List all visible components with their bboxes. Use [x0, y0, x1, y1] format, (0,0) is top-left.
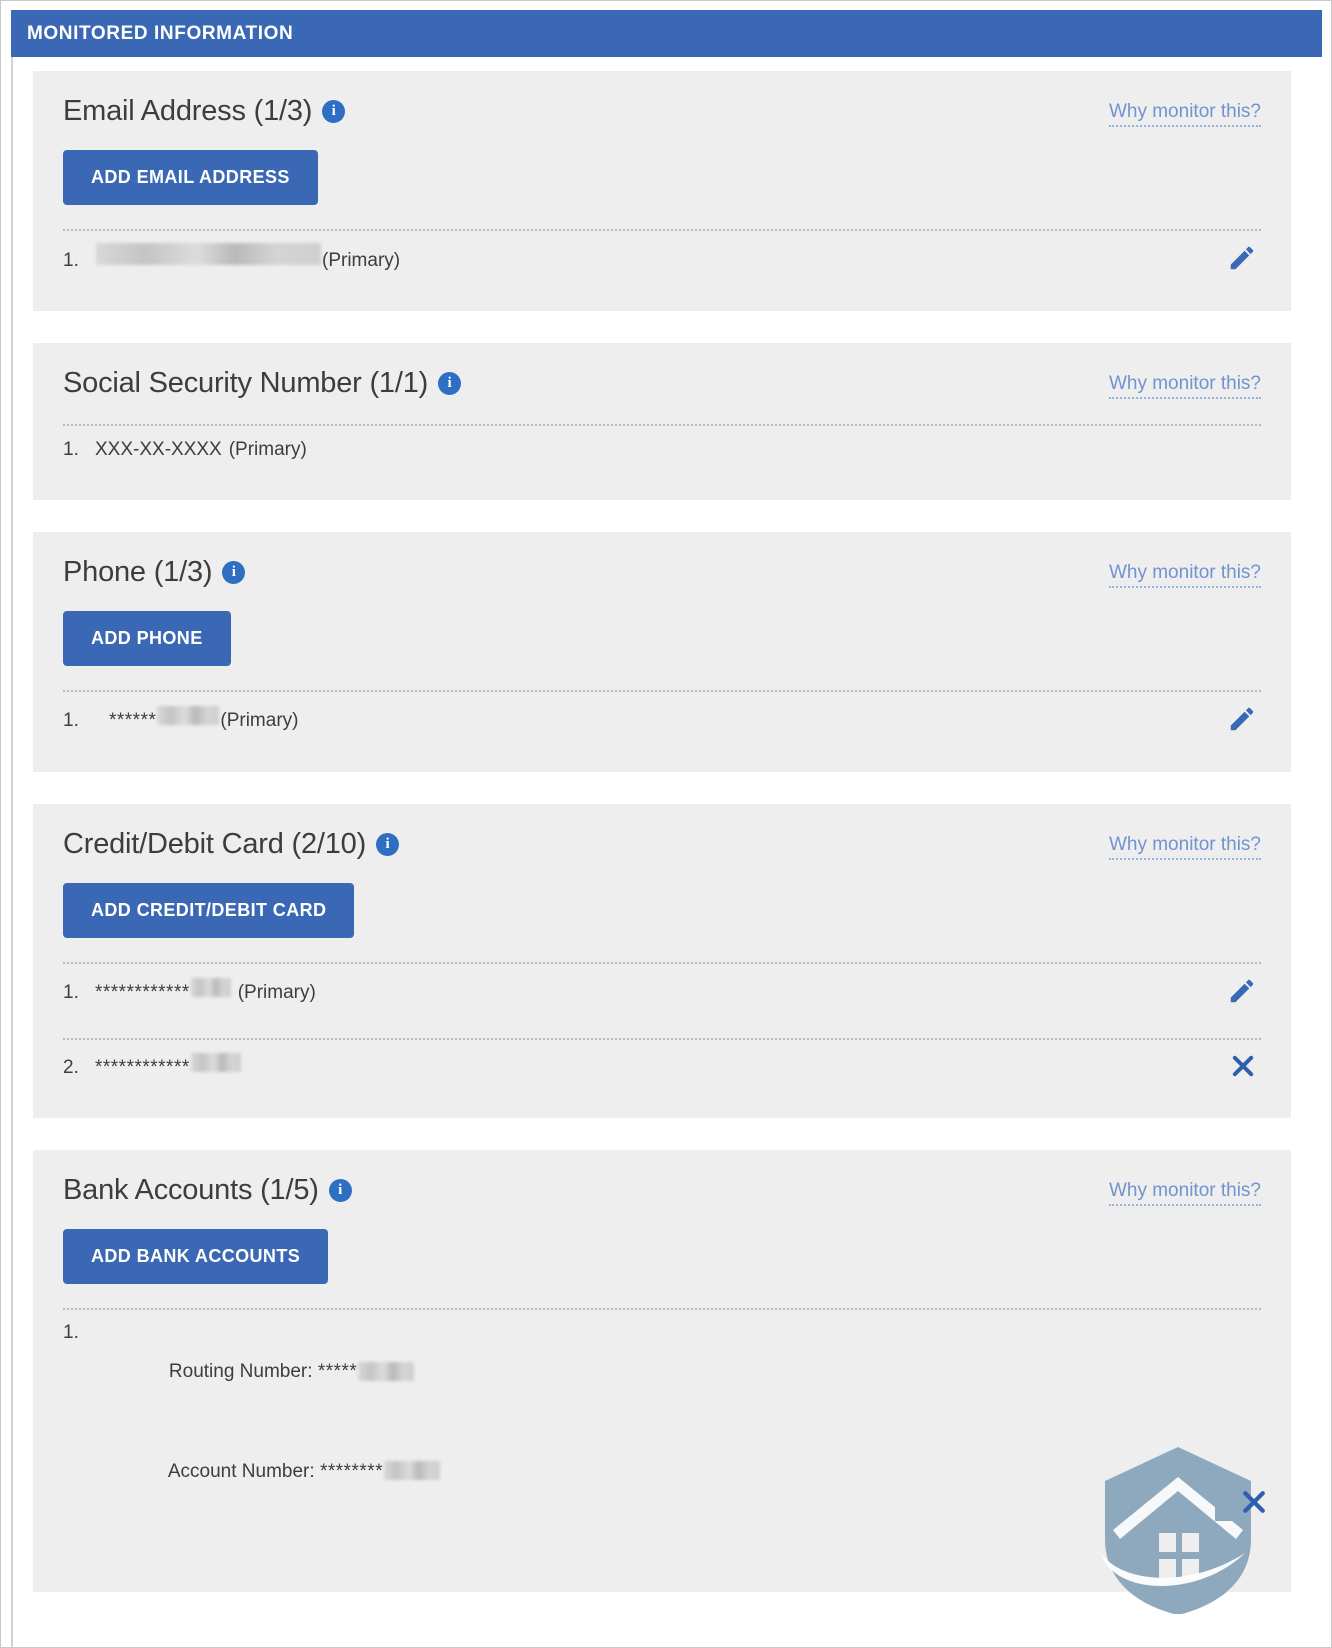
- info-icon[interactable]: i: [322, 100, 346, 123]
- masked-phone-value: ******: [109, 709, 157, 731]
- add-bank-accounts-button[interactable]: ADD BANK ACCOUNTS: [63, 1229, 329, 1284]
- info-icon[interactable]: i: [328, 1179, 352, 1202]
- delete-x-icon[interactable]: [1239, 1487, 1269, 1522]
- entry-number: 1.: [63, 439, 79, 460]
- list-item: 1. Routing Number: ***** Account Number:…: [63, 1310, 1261, 1532]
- add-phone-button[interactable]: ADD PHONE: [63, 611, 231, 666]
- edit-pencil-icon[interactable]: [1227, 243, 1257, 273]
- masked-ssn-value: XXX-XX-XXXX: [95, 439, 222, 460]
- info-icon[interactable]: i: [438, 372, 462, 395]
- section-header: Bank Accounts (1/5) i Why monitor this?: [63, 1174, 1261, 1207]
- entry-text: 1. XXX-XX-XXXX (Primary): [63, 439, 307, 461]
- list-item: 2. ************: [63, 1040, 1261, 1090]
- redacted-account-value: [384, 1461, 441, 1481]
- add-credit-debit-card-button[interactable]: ADD CREDIT/DEBIT CARD: [63, 883, 355, 938]
- section-social-security-number: Social Security Number (1/1) i Why monit…: [33, 343, 1291, 500]
- section-title: Credit/Debit Card (2/10): [63, 828, 367, 860]
- account-number-label: Account Number:: [167, 1461, 315, 1482]
- account-number-line: Account Number: ********: [95, 1461, 441, 1515]
- entry-number: 1.: [63, 709, 79, 731]
- row-actions: [1227, 976, 1261, 1006]
- section-header: Credit/Debit Card (2/10) i Why monitor t…: [63, 828, 1261, 861]
- entry-text: 1. ****** (Primary): [63, 705, 299, 732]
- redacted-phone-value: [157, 705, 220, 725]
- redacted-card-value: [190, 1052, 241, 1072]
- edit-pencil-icon[interactable]: [1227, 976, 1257, 1006]
- list-item: 1. ****** (Primary): [63, 692, 1261, 744]
- info-icon[interactable]: i: [222, 561, 246, 584]
- entry-number: 1.: [63, 250, 79, 271]
- section-title-wrap: Phone (1/3) i: [63, 556, 246, 589]
- list-item: 1. (Primary): [63, 231, 1261, 283]
- entry-number: 1.: [63, 981, 79, 1003]
- routing-number-masked: *****: [317, 1361, 358, 1383]
- panel-header: MONITORED INFORMATION: [11, 10, 1322, 57]
- redacted-routing-value: [358, 1361, 415, 1381]
- row-actions: [1229, 1052, 1261, 1080]
- section-credit-debit-card: Credit/Debit Card (2/10) i Why monitor t…: [33, 804, 1291, 1118]
- account-number-masked: ********: [319, 1461, 384, 1482]
- why-monitor-this-link[interactable]: Why monitor this?: [1108, 834, 1261, 860]
- add-email-address-button[interactable]: ADD EMAIL ADDRESS: [63, 150, 318, 205]
- section-email-address: Email Address (1/3) i Why monitor this? …: [33, 71, 1291, 311]
- section-title: Email Address (1/3): [63, 95, 313, 127]
- sections-container: Email Address (1/3) i Why monitor this? …: [33, 71, 1291, 1615]
- left-divider-rule: [11, 57, 13, 1647]
- entry-suffix: (Primary): [237, 981, 316, 1003]
- edit-pencil-icon[interactable]: [1227, 704, 1257, 734]
- section-title: Bank Accounts (1/5): [63, 1174, 319, 1206]
- entry-suffix: (Primary): [228, 439, 307, 460]
- section-title-wrap: Credit/Debit Card (2/10) i: [63, 828, 400, 861]
- routing-number-line: Routing Number: *****: [95, 1361, 415, 1415]
- section-title-wrap: Bank Accounts (1/5) i: [63, 1174, 352, 1207]
- page-title: MONITORED INFORMATION: [27, 22, 294, 44]
- section-title: Social Security Number (1/1): [63, 367, 429, 399]
- entry-number: 2.: [63, 1056, 79, 1078]
- section-phone: Phone (1/3) i Why monitor this? ADD PHON…: [33, 532, 1291, 772]
- section-title-wrap: Email Address (1/3) i: [63, 95, 346, 128]
- section-title: Phone (1/3): [63, 556, 213, 588]
- section-bank-accounts: Bank Accounts (1/5) i Why monitor this? …: [33, 1150, 1291, 1615]
- entry-text: 1. (Primary): [63, 243, 401, 272]
- monitored-information-page: MONITORED INFORMATION Email Address (1/3…: [0, 0, 1332, 1648]
- why-monitor-this-link[interactable]: Why monitor this?: [1108, 101, 1261, 127]
- masked-card-value: ************: [95, 1056, 190, 1078]
- entry-number: 1.: [63, 1322, 79, 1343]
- row-actions: [1227, 243, 1261, 273]
- section-header: Phone (1/3) i Why monitor this?: [63, 556, 1261, 589]
- section-header: Email Address (1/3) i Why monitor this?: [63, 95, 1261, 128]
- list-item: 1. XXX-XX-XXXX (Primary): [63, 426, 1261, 472]
- why-monitor-this-link[interactable]: Why monitor this?: [1108, 562, 1261, 588]
- section-header: Social Security Number (1/1) i Why monit…: [63, 367, 1261, 400]
- routing-number-label: Routing Number:: [168, 1361, 313, 1383]
- list-item: 1. ************ (Primary): [63, 964, 1261, 1016]
- entry-suffix: (Primary): [220, 709, 299, 731]
- entry-text: 2. ************: [63, 1052, 242, 1079]
- entry-suffix: (Primary): [322, 250, 401, 271]
- redacted-card-value: [190, 977, 231, 997]
- info-icon[interactable]: i: [376, 833, 400, 856]
- entry-text: 1. Routing Number: ***** Account Number:…: [63, 1322, 441, 1522]
- why-monitor-this-link[interactable]: Why monitor this?: [1108, 373, 1261, 399]
- redacted-email-value: [96, 243, 321, 265]
- delete-x-icon[interactable]: [1229, 1052, 1257, 1080]
- why-monitor-this-link[interactable]: Why monitor this?: [1108, 1180, 1261, 1206]
- row-actions: [1227, 704, 1261, 734]
- section-title-wrap: Social Security Number (1/1) i: [63, 367, 462, 400]
- bank-account-details: Routing Number: ***** Account Number: **…: [95, 1322, 441, 1522]
- masked-card-value: ************: [95, 981, 190, 1003]
- entry-text: 1. ************ (Primary): [63, 977, 316, 1004]
